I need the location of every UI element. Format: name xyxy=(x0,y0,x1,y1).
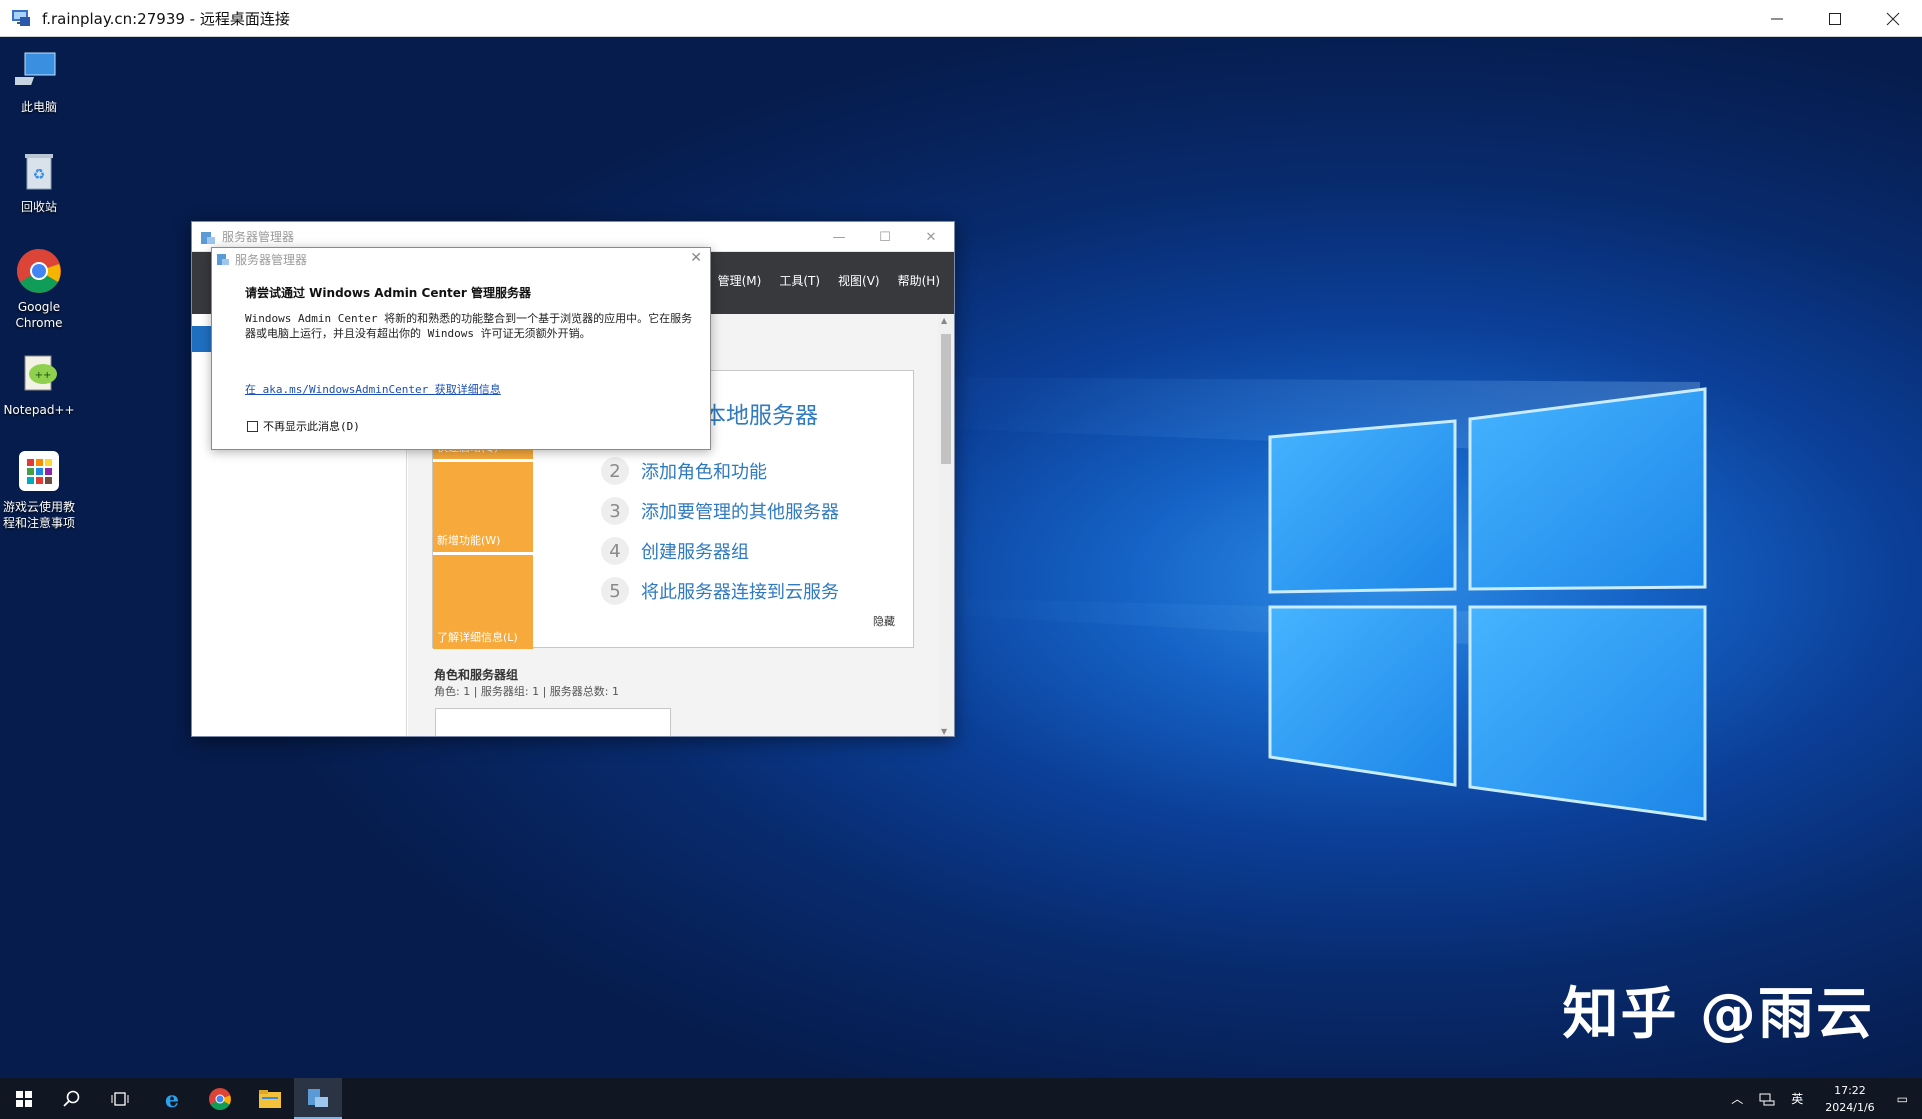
close-icon xyxy=(1886,12,1900,25)
rdp-title-bar: f.rainplay.cn:27939 - 远程桌面连接 xyxy=(0,0,1922,37)
rdp-window-title: f.rainplay.cn:27939 - 远程桌面连接 xyxy=(42,9,290,28)
desktop-icon-chrome[interactable]: Google Chrome xyxy=(0,247,78,331)
computer-icon xyxy=(15,52,56,85)
taskbar: e ︿ 英 17:22 2024/1/6 ▭ xyxy=(0,1078,1922,1119)
clock-date: 2024/1/6 xyxy=(1825,1100,1875,1114)
sm-minimize-button[interactable]: — xyxy=(816,222,862,252)
dialog-body: Windows Admin Center 将新的和熟悉的功能整合到一个基于浏览器… xyxy=(245,312,693,340)
step-create-group[interactable]: 4 创建服务器组 xyxy=(601,537,749,565)
desktop-icon-app-shortcut[interactable]: 游戏云使用教程和注意事项 xyxy=(0,447,78,531)
vertical-scrollbar[interactable]: ▲ ▼ xyxy=(938,314,954,736)
checkbox-label: 不再显示此消息(D) xyxy=(263,420,360,433)
watermark: 知乎 @雨云 xyxy=(1562,982,1874,1047)
server-manager-icon xyxy=(217,254,229,265)
svg-text:♻: ♻ xyxy=(33,167,46,183)
dont-show-again-checkbox[interactable]: 不再显示此消息(D) xyxy=(247,418,360,434)
server-manager-icon xyxy=(201,231,215,244)
checkbox-box[interactable] xyxy=(247,420,258,432)
system-tray: ︿ 英 17:22 2024/1/6 ▭ xyxy=(1723,1078,1922,1119)
menu-help[interactable]: 帮助(H) xyxy=(898,272,940,289)
dialog-close-icon[interactable]: ✕ xyxy=(690,250,702,266)
network-icon[interactable] xyxy=(1759,1092,1775,1106)
desktop-icon-recycle-bin[interactable]: ♻ 回收站 xyxy=(0,147,78,215)
minimize-button[interactable] xyxy=(1748,0,1806,37)
internet-explorer-icon: e xyxy=(165,1087,179,1111)
configure-local-server-link[interactable]: 本地服务器 xyxy=(703,396,818,430)
search-icon xyxy=(63,1090,80,1107)
menu-view[interactable]: 视图(V) xyxy=(838,272,880,289)
hide-link[interactable]: 隐藏 xyxy=(873,613,895,629)
maximize-icon xyxy=(1829,12,1841,25)
search-button[interactable] xyxy=(48,1078,96,1119)
taskbar-file-explorer[interactable] xyxy=(246,1078,294,1119)
windows-start-icon xyxy=(16,1090,32,1107)
scroll-down-icon[interactable]: ▼ xyxy=(941,727,947,736)
step-add-servers[interactable]: 3 添加要管理的其他服务器 xyxy=(601,497,839,525)
svg-text:++: ++ xyxy=(35,370,52,381)
svg-text:e: e xyxy=(165,1087,179,1111)
desktop-icon-label: 回收站 xyxy=(20,200,57,214)
server-manager-icon xyxy=(308,1088,328,1107)
whats-new-tab[interactable]: 新增功能(W) xyxy=(433,462,533,552)
menu-tools[interactable]: 工具(T) xyxy=(779,272,820,289)
clock[interactable]: 17:22 2024/1/6 xyxy=(1825,1082,1874,1116)
desktop-icon-notepadpp[interactable]: ++ Notepad++ xyxy=(0,350,78,418)
ime-indicator[interactable]: 英 xyxy=(1791,1090,1803,1107)
step-connect-cloud[interactable]: 5 将此服务器连接到云服务 xyxy=(601,577,839,605)
recycle-bin-icon: ♻ xyxy=(25,154,53,190)
roles-summary: 角色: 1 | 服务器组: 1 | 服务器总数: 1 xyxy=(434,685,620,698)
roles-title: 角色和服务器组 xyxy=(434,668,519,682)
desktop-icon-this-pc[interactable]: 此电脑 xyxy=(0,47,78,115)
dialog-title: 服务器管理器 xyxy=(235,252,308,267)
notepadpp-icon: ++ xyxy=(24,355,57,391)
scroll-thumb[interactable] xyxy=(941,334,951,464)
dialog-title-bar: 服务器管理器 xyxy=(212,248,710,270)
clock-time: 17:22 xyxy=(1834,1083,1866,1097)
notification-icon[interactable]: ▭ xyxy=(1897,1092,1908,1106)
remote-desktop-icon xyxy=(12,10,30,26)
close-button[interactable] xyxy=(1864,0,1922,37)
server-manager-title: 服务器管理器 xyxy=(222,230,295,244)
sm-close-button[interactable]: ✕ xyxy=(908,222,954,252)
chrome-icon xyxy=(17,249,61,293)
task-view-icon xyxy=(111,1091,129,1106)
taskbar-chrome[interactable] xyxy=(196,1078,244,1119)
folder-icon xyxy=(259,1089,281,1108)
scroll-up-icon[interactable]: ▲ xyxy=(941,316,947,325)
sm-maximize-button[interactable]: ☐ xyxy=(862,222,908,252)
taskbar-server-manager[interactable] xyxy=(294,1078,342,1119)
desktop-icon-label: Notepad++ xyxy=(3,403,75,417)
app-shortcut-icon xyxy=(19,451,59,491)
learn-more-tab[interactable]: 了解详细信息(L) xyxy=(433,555,533,649)
step-add-roles[interactable]: 2 添加角色和功能 xyxy=(601,457,767,485)
admin-center-link[interactable]: 在 aka.ms/WindowsAdminCenter 获取详细信息 xyxy=(245,381,501,397)
desktop-icon-label: Google Chrome xyxy=(15,300,63,330)
start-button[interactable] xyxy=(0,1078,48,1119)
desktop-icon-label: 游戏云使用教程和注意事项 xyxy=(2,500,75,530)
admin-center-dialog[interactable]: 服务器管理器 ✕ 请尝试通过 Windows Admin Center 管理服务… xyxy=(211,247,711,450)
role-card[interactable] xyxy=(435,708,671,736)
desktop-icon-label: 此电脑 xyxy=(20,100,57,114)
chrome-icon xyxy=(209,1087,231,1110)
menu-manage[interactable]: 管理(M) xyxy=(718,272,762,289)
taskbar-ie[interactable]: e xyxy=(148,1078,196,1119)
tray-chevron-up-icon[interactable]: ︿ xyxy=(1731,1090,1743,1107)
task-view-button[interactable] xyxy=(96,1078,144,1119)
minimize-icon xyxy=(1771,18,1783,19)
dialog-heading: 请尝试通过 Windows Admin Center 管理服务器 xyxy=(245,286,531,300)
maximize-button[interactable] xyxy=(1806,0,1864,37)
